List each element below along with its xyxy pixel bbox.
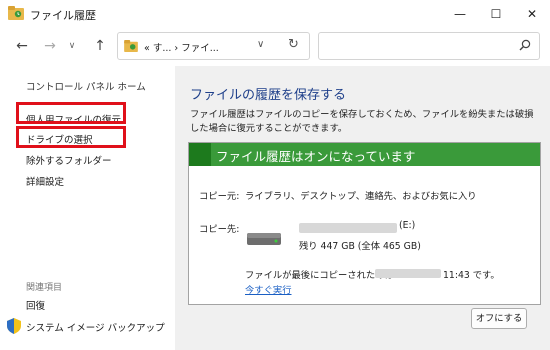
main-panel: ファイルの履歴を保存する ファイル履歴はファイルのコピーを保存しておくため、ファ… [175, 66, 550, 350]
maximize-button[interactable]: ☐ [478, 0, 514, 28]
status-title: ファイル履歴はオンになっています [216, 149, 416, 164]
window-title: ファイル履歴 [30, 9, 96, 22]
uac-shield-icon [7, 318, 21, 334]
drive-letter: (E:) [399, 220, 416, 231]
address-bar[interactable]: « す... › ファイ... ∨ ↻ [117, 32, 310, 60]
address-dropdown-button[interactable]: ∨ [257, 39, 264, 50]
file-history-icon [124, 40, 138, 52]
turn-off-button[interactable]: オフにする [471, 308, 527, 329]
up-button[interactable]: ↑ [90, 36, 110, 56]
highlight-box-restore [16, 102, 126, 124]
navigation-toolbar: ← → ∨ ↑ « す... › ファイ... ∨ ↻ [0, 28, 550, 66]
sidebar-item-recovery[interactable]: 回復 [26, 298, 45, 312]
related-header: 関連項目 [26, 283, 63, 293]
highlight-box-select-drive [16, 126, 126, 148]
run-now-link[interactable]: 今すぐ実行 [245, 282, 292, 296]
page-description: ファイル履歴はファイルのコピーを保存しておくため、ファイルを紛失または破損した場… [190, 109, 534, 134]
drive-space: 残り 447 GB (全体 465 GB) [299, 241, 421, 252]
refresh-button[interactable]: ↻ [288, 37, 299, 52]
title-bar: ファイル履歴 — ☐ ✕ [0, 0, 550, 28]
sidebar-item-advanced-settings[interactable]: 詳細設定 [26, 174, 64, 188]
breadcrumb[interactable]: « す... › ファイ... [144, 40, 219, 54]
sidebar-item-exclude-folders[interactable]: 除外するフォルダー [26, 153, 112, 167]
file-history-icon [8, 6, 24, 20]
control-panel-home-link[interactable]: コントロール パネル ホーム [26, 79, 146, 93]
last-copy-time: 11:43 です。 [443, 270, 500, 281]
minimize-button[interactable]: — [442, 0, 478, 28]
copy-from-label: コピー元: [199, 191, 240, 202]
close-button[interactable]: ✕ [514, 0, 550, 28]
page-title: ファイルの履歴を保存する [190, 88, 347, 103]
back-button[interactable]: ← [12, 36, 32, 56]
drive-name-redacted [299, 223, 397, 233]
recent-locations-button[interactable]: ∨ [62, 36, 82, 56]
copy-from-value: ライブラリ、デスクトップ、連絡先、およびお気に入り [245, 191, 477, 202]
forward-button[interactable]: → [40, 36, 60, 56]
last-copy-text: ファイルが最後にコピーされたのは [245, 270, 394, 281]
last-copy-date-redacted [375, 269, 441, 278]
hard-drive-icon [247, 233, 281, 245]
status-stripe [189, 143, 211, 166]
search-icon[interactable] [519, 39, 531, 51]
search-input[interactable] [318, 32, 540, 60]
status-header: ファイル履歴はオンになっています [189, 143, 540, 166]
copy-to-label: コピー先: [199, 224, 240, 235]
sidebar-item-system-image-backup[interactable]: システム イメージ バックアップ [26, 320, 165, 334]
status-panel: ファイル履歴はオンになっています コピー元: ライブラリ、デスクトップ、連絡先、… [188, 142, 541, 305]
